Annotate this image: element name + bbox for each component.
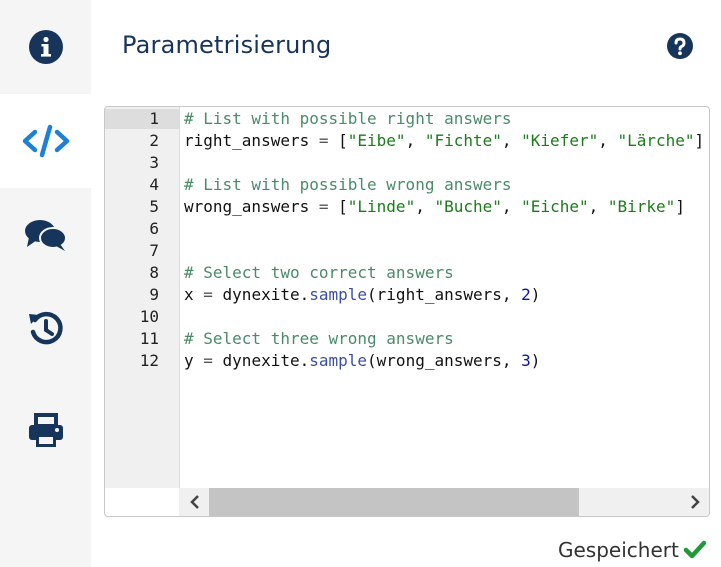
line-number: 9 [149,285,159,304]
code-area[interactable]: # List with possible right answers right… [184,107,709,488]
scroll-right-button[interactable] [681,488,709,516]
code-line: x = dynexite.sample(right_answers, 2) [184,285,541,304]
line-number: 8 [149,263,159,282]
code-editor[interactable]: 1 2 3 4 5 6 7 8 9 10 11 12 # List with p… [104,106,710,517]
code-line: # List with possible wrong answers [184,175,512,194]
chevron-left-icon [190,495,199,509]
help-icon[interactable] [667,33,693,59]
code-line: right_answers = ["Eibe", "Fichte", "Kief… [184,131,705,150]
line-number: 3 [149,153,159,172]
page-title: Parametrisierung [122,31,332,59]
scroll-left-button[interactable] [181,488,209,516]
chevron-right-icon [691,495,700,509]
line-number: 2 [149,131,159,150]
code-line: # List with possible right answers [184,109,512,128]
sidebar-item-print[interactable] [0,384,91,478]
scrollbar-thumb[interactable] [209,488,579,516]
comments-icon [24,220,67,251]
line-number: 11 [139,329,159,348]
line-number-gutter: 1 2 3 4 5 6 7 8 9 10 11 12 [105,107,180,488]
code-line: # Select three wrong answers [184,329,454,348]
save-status: Gespeichert [558,538,707,562]
sidebar [0,0,91,567]
code-icon [22,124,69,158]
sidebar-item-code[interactable] [0,94,91,188]
line-number: 12 [139,351,159,370]
horizontal-scrollbar[interactable] [179,488,709,516]
sidebar-item-comments[interactable] [0,188,91,282]
sidebar-item-info[interactable] [0,0,91,94]
code-line: wrong_answers = ["Linde", "Buche", "Eich… [184,197,685,216]
print-icon [28,413,63,447]
code-line: y = dynexite.sample(wrong_answers, 3) [184,351,541,370]
line-number: 5 [149,197,159,216]
line-number: 10 [139,307,159,326]
history-icon [28,311,63,345]
info-icon [28,30,63,64]
line-number: 7 [149,241,159,260]
check-icon [683,540,707,559]
code-line: # Select two correct answers [184,263,454,282]
line-number: 6 [149,219,159,238]
line-number: 4 [149,175,159,194]
sidebar-item-history[interactable] [0,282,91,376]
line-number: 1 [149,109,159,128]
save-status-label: Gespeichert [558,538,679,562]
